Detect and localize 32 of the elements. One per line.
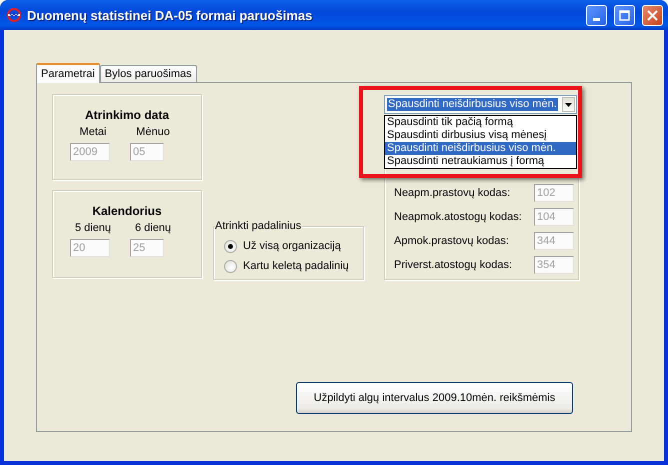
maximize-icon (619, 10, 630, 20)
minimize-icon (593, 18, 600, 20)
field-label: Neapm.prastovų kodas: (394, 187, 512, 199)
close-button[interactable] (642, 4, 663, 26)
group-title: Kalendorius (92, 204, 162, 218)
tab[interactable]: Bylos paruošimas (100, 65, 197, 82)
dropdown-option[interactable]: Spausdinti netraukiamus į formą (385, 155, 576, 168)
field-label: 5 dienų (74, 222, 112, 234)
field-label: Apmok.prastovų kodas: (394, 235, 510, 247)
group-title: Atrinkimo data (84, 108, 169, 122)
radio-option[interactable]: Kartu keletą padalinių (224, 256, 363, 276)
field-label: Mėnuo (136, 126, 170, 138)
tab[interactable]: Parametrai (36, 63, 100, 83)
dropdown[interactable]: Spausdinti neišdirbusius viso mėn. (384, 95, 577, 114)
dropdown-option[interactable]: Spausdinti dirbusius visą mėnesį (385, 129, 576, 142)
close-icon (647, 10, 658, 20)
radio-button[interactable] (224, 260, 237, 272)
app-logo-icon (6, 7, 22, 23)
maximize-button[interactable] (614, 4, 635, 26)
field-label: Priverst.atostogų kodas: (394, 259, 514, 271)
fill-button[interactable]: Užpildyti algų intervalus 2009.10mėn. reikšmėmis (296, 382, 573, 414)
field-label: Metai (80, 126, 106, 138)
radio-button[interactable] (224, 240, 237, 252)
dropdown-option[interactable]: Spausdinti tik pačią formą (385, 116, 576, 129)
dropdown-option[interactable]: Spausdinti neišdirbusius viso mėn. (385, 142, 576, 155)
caret-down-icon (564, 102, 572, 106)
field-label: Neapmok.atostogų kodas: (394, 211, 523, 223)
field-label: 6 dienų (134, 222, 172, 234)
radio-option[interactable]: Už visą organizaciją (224, 236, 363, 256)
group-title: Atrinkti padalinius (215, 220, 302, 232)
minimize-button[interactable] (586, 4, 607, 26)
window-title: Duomenų statistinei DA-05 formai paruošimas (27, 8, 314, 22)
